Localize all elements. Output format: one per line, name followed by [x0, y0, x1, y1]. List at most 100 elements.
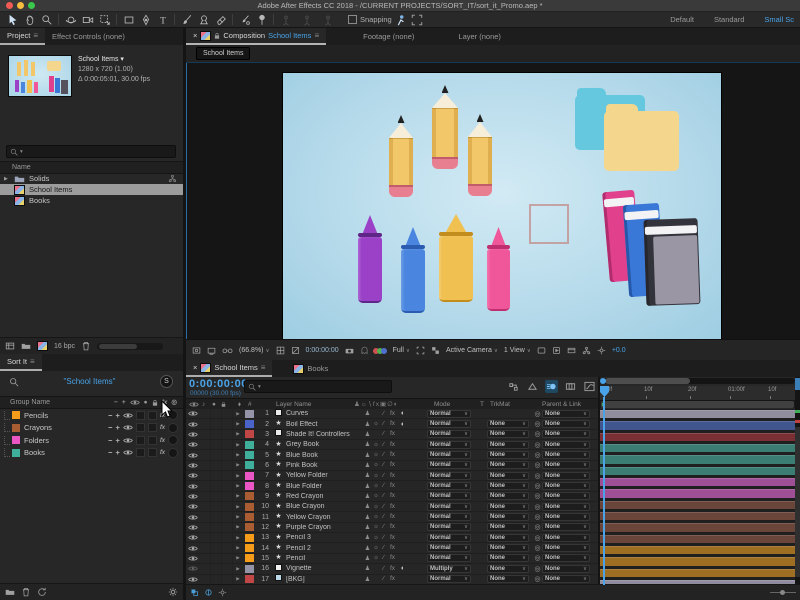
- project-search-input[interactable]: ▾: [6, 145, 176, 158]
- workspace-expand-icon[interactable]: [409, 13, 426, 26]
- composition-mini-flowchart-icon[interactable]: [507, 380, 520, 393]
- layer-twirl[interactable]: ▶: [233, 545, 243, 551]
- layer-solo-cell[interactable]: [211, 554, 222, 563]
- layer-twirl[interactable]: ▶: [233, 514, 243, 520]
- layer-audio-cell[interactable]: [200, 440, 211, 449]
- trkmat-dropdown[interactable]: None∨: [477, 441, 533, 449]
- layer-switches[interactable]: ♟☼∕fx: [363, 483, 427, 490]
- reset-exposure-icon[interactable]: [597, 346, 606, 355]
- parent-link-dropdown[interactable]: ◎None∨: [533, 544, 597, 552]
- layer-audio-cell[interactable]: [200, 471, 211, 480]
- layer-audio-cell[interactable]: [200, 575, 211, 584]
- layer-lock-cell[interactable]: [222, 409, 233, 418]
- layer-name[interactable]: Pencil 2: [285, 545, 363, 552]
- layer-row-10[interactable]: ▶10★Blue Crayon♟☼∕fxNormal∨None∨◎None∨: [186, 502, 598, 512]
- layer-lock-cell[interactable]: [222, 419, 233, 428]
- sort-group-books[interactable]: Books−+fx: [0, 447, 183, 460]
- snapping-toggle[interactable]: Snapping: [348, 15, 392, 24]
- twirl-icon[interactable]: ▶: [4, 176, 10, 182]
- layer-bar-13[interactable]: [600, 546, 795, 556]
- layer-solo-cell[interactable]: [211, 564, 222, 573]
- selection-tool[interactable]: [4, 13, 21, 26]
- layer-audio-cell[interactable]: [200, 450, 211, 459]
- layer-audio-cell[interactable]: [200, 430, 211, 439]
- blend-mode-dropdown[interactable]: Normal∨: [427, 523, 477, 531]
- layer-label-swatch[interactable]: [245, 513, 254, 521]
- layer-name[interactable]: Boil Effect: [285, 421, 363, 428]
- trash-icon[interactable]: [21, 587, 31, 597]
- parent-link-dropdown[interactable]: ◎None∨: [533, 575, 597, 583]
- layer-audio-cell[interactable]: [200, 409, 211, 418]
- layer-switches[interactable]: ♟☼∕fx: [363, 462, 427, 469]
- panel-menu-icon[interactable]: ≡: [33, 31, 38, 40]
- layer-name[interactable]: Purple Crayon: [285, 524, 363, 531]
- workspace-standard[interactable]: Standard: [714, 15, 744, 24]
- trkmat-dropdown[interactable]: None∨: [477, 534, 533, 542]
- composition-image[interactable]: [282, 72, 722, 340]
- layer-lock-cell[interactable]: [222, 575, 233, 584]
- draft-3d-icon[interactable]: [526, 380, 539, 393]
- timeline-vertical-scrollbar[interactable]: [795, 377, 800, 585]
- layer-switches[interactable]: ♟∕fx: [363, 431, 427, 438]
- layer-row-11[interactable]: ▶11★Yellow Crayon♟☼∕fxNormal∨None∨◎None∨: [186, 512, 598, 522]
- hand-tool[interactable]: [21, 13, 38, 26]
- breadcrumb-comp-button[interactable]: School Items: [196, 47, 250, 60]
- pan-behind-tool[interactable]: [96, 13, 113, 26]
- tab-timeline-books[interactable]: Books: [286, 360, 335, 377]
- channel-icon[interactable]: [375, 348, 387, 354]
- layer-row-9[interactable]: ▶9★Red Crayon♟☼∕fxNormal∨None∨◎None∨: [186, 492, 598, 502]
- layer-switches[interactable]: ♟☼∕fx: [363, 472, 427, 479]
- group-color-swatch[interactable]: [12, 436, 20, 444]
- group-solo-box[interactable]: [136, 436, 145, 445]
- parent-link-dropdown[interactable]: ◎None∨: [533, 565, 597, 573]
- layer-label-swatch[interactable]: [245, 420, 254, 428]
- viewer-canvas-area[interactable]: [186, 63, 800, 339]
- layer-row-16[interactable]: ▶16Vignette♟∕fx◐Multiply∨None∨◎None∨: [186, 564, 598, 574]
- trkmat-dropdown[interactable]: None∨: [477, 472, 533, 480]
- layer-visibility-toggle[interactable]: [186, 524, 200, 531]
- glasses-icon[interactable]: [222, 346, 233, 355]
- eraser-tool[interactable]: [212, 13, 229, 26]
- new-group-folder-icon[interactable]: [5, 587, 15, 597]
- workspace-small-screen[interactable]: Small Sc: [764, 15, 794, 24]
- layer-name[interactable]: Grey Book: [285, 441, 363, 448]
- layer-audio-cell[interactable]: [200, 419, 211, 428]
- refresh-icon[interactable]: [37, 587, 47, 597]
- exposure-value[interactable]: +0.0: [612, 347, 626, 354]
- layer-label-swatch[interactable]: [245, 461, 254, 469]
- project-item-solids[interactable]: ▶Solids: [0, 173, 183, 184]
- transparency-grid-icon[interactable]: [431, 346, 440, 355]
- layer-label-swatch[interactable]: [245, 472, 254, 480]
- parent-link-dropdown[interactable]: ◎None∨: [533, 461, 597, 469]
- timeline-button-icon[interactable]: [567, 346, 576, 355]
- layer-name[interactable]: Vignette: [285, 565, 363, 572]
- panel-menu-icon[interactable]: ≡: [314, 31, 319, 40]
- frame-blending-icon[interactable]: [564, 380, 577, 393]
- layer-row-3[interactable]: ▶3Shade It! Controllers♟∕fxNormal∨None∨◎…: [186, 430, 598, 440]
- layer-name[interactable]: Blue Book: [285, 452, 363, 459]
- mask-visibility-icon[interactable]: [291, 346, 300, 355]
- parent-link-dropdown[interactable]: ◎None∨: [533, 420, 597, 428]
- layer-solo-cell[interactable]: [211, 523, 222, 532]
- blend-mode-dropdown[interactable]: Normal∨: [427, 575, 477, 583]
- magnification-dropdown[interactable]: (66.8%)∨: [239, 347, 270, 354]
- project-item-school-items[interactable]: School Items: [0, 184, 183, 195]
- remove-from-group-button[interactable]: −: [108, 448, 112, 457]
- snapshot-icon[interactable]: [192, 346, 201, 355]
- close-tab-icon[interactable]: ×: [193, 363, 197, 372]
- layer-solo-cell[interactable]: [211, 533, 222, 542]
- timeline-navigator[interactable]: [600, 378, 795, 384]
- layer-bar-9[interactable]: [600, 501, 795, 511]
- layer-switches[interactable]: ♟☼∕fx: [363, 441, 427, 448]
- blend-mode-dropdown[interactable]: Normal∨: [427, 410, 477, 418]
- layer-twirl[interactable]: ▶: [233, 566, 243, 572]
- trkmat-dropdown[interactable]: None∨: [477, 513, 533, 521]
- parent-link-dropdown[interactable]: ◎None∨: [533, 472, 597, 480]
- sort-s-badge[interactable]: S: [160, 375, 173, 388]
- workspace-default[interactable]: Default: [670, 15, 694, 24]
- layer-name[interactable]: Yellow Folder: [285, 472, 363, 479]
- group-lock-box[interactable]: [148, 448, 157, 457]
- rectangle-tool[interactable]: [120, 13, 137, 26]
- group-fx-toggle[interactable]: fx: [160, 449, 165, 456]
- trkmat-dropdown[interactable]: None∨: [477, 451, 533, 459]
